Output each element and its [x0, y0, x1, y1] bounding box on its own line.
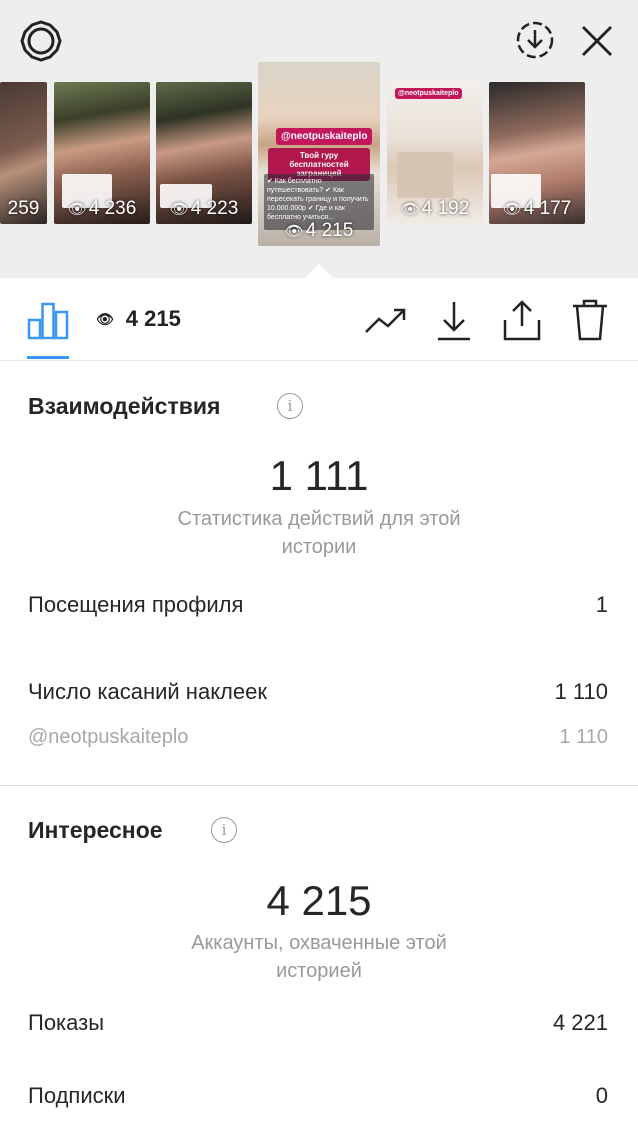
active-tab-indicator [27, 356, 69, 359]
story-thumbnail[interactable]: 👁 4 236 [54, 82, 150, 224]
mention-sticker-value: 1 110 [559, 726, 608, 748]
settings-icon[interactable] [20, 20, 62, 62]
impressions-label: Показы [28, 1010, 105, 1035]
discovery-total: 4 215 [266, 877, 372, 924]
download-circle-icon[interactable] [515, 20, 555, 60]
mention-sticker-label: @neotpuskaiteplo [28, 726, 189, 748]
mention-sticker: @neotpuskaiteplo [395, 88, 462, 99]
story-text-overlay [397, 152, 453, 198]
story-thumbnail-selected[interactable]: @neotpuskaiteplo Твой гуру бесплатностей… [258, 62, 380, 246]
selection-pointer [305, 264, 333, 278]
interactions-total: 1 111 [269, 452, 369, 499]
bar-chart-icon[interactable] [27, 300, 69, 340]
impressions-value: 4 221 [552, 1010, 608, 1035]
follows-value: 0 [595, 1083, 608, 1108]
mention-sticker: @neotpuskaiteplo [276, 128, 373, 145]
story-thumbnail[interactable]: 👁 4 177 [489, 82, 585, 224]
eye-icon: 👁 [502, 201, 522, 218]
story-thumbnail[interactable]: @neotpuskaiteplo 👁 4 192 [387, 82, 483, 224]
discovery-title: Интересное [28, 817, 163, 843]
views-count: 👁 4 215 [96, 306, 181, 331]
eye-icon: 👁 [67, 201, 87, 218]
share-icon[interactable] [502, 298, 542, 342]
sticker-taps-label: Число касаний наклеек [28, 679, 267, 704]
eye-icon: 👁 [96, 311, 114, 327]
trash-icon[interactable] [571, 298, 609, 342]
download-icon[interactable] [436, 300, 472, 342]
story-thumbnail[interactable]: 👁 4 223 [156, 82, 252, 224]
eye-icon: 👁 [284, 223, 304, 240]
interactions-title: Взаимодействия [28, 393, 221, 419]
discovery-subtitle: Аккаунты, охваченные этой историей [191, 932, 447, 982]
interactions-subtitle: Статистика действий для этой истории [177, 508, 461, 558]
story-insights-toolbar: 👁 4 215 [0, 278, 638, 361]
info-icon[interactable]: i [211, 817, 237, 843]
info-icon[interactable]: i [277, 393, 303, 419]
close-icon[interactable] [580, 24, 614, 58]
story-carousel-area: 259 👁 4 236 👁 4 223 @neotpuskaiteplo Твой … [0, 0, 638, 278]
follows-label: Подписки [28, 1083, 126, 1108]
eye-icon: 👁 [400, 201, 420, 218]
profile-visits-label: Посещения профиля [28, 592, 244, 617]
section-divider [0, 785, 638, 786]
sticker-taps-value: 1 110 [554, 679, 608, 704]
profile-visits-value: 1 [595, 592, 608, 617]
story-thumbnail[interactable]: 259 [0, 82, 47, 224]
eye-icon: 👁 [169, 201, 189, 218]
trend-icon[interactable] [364, 302, 408, 338]
